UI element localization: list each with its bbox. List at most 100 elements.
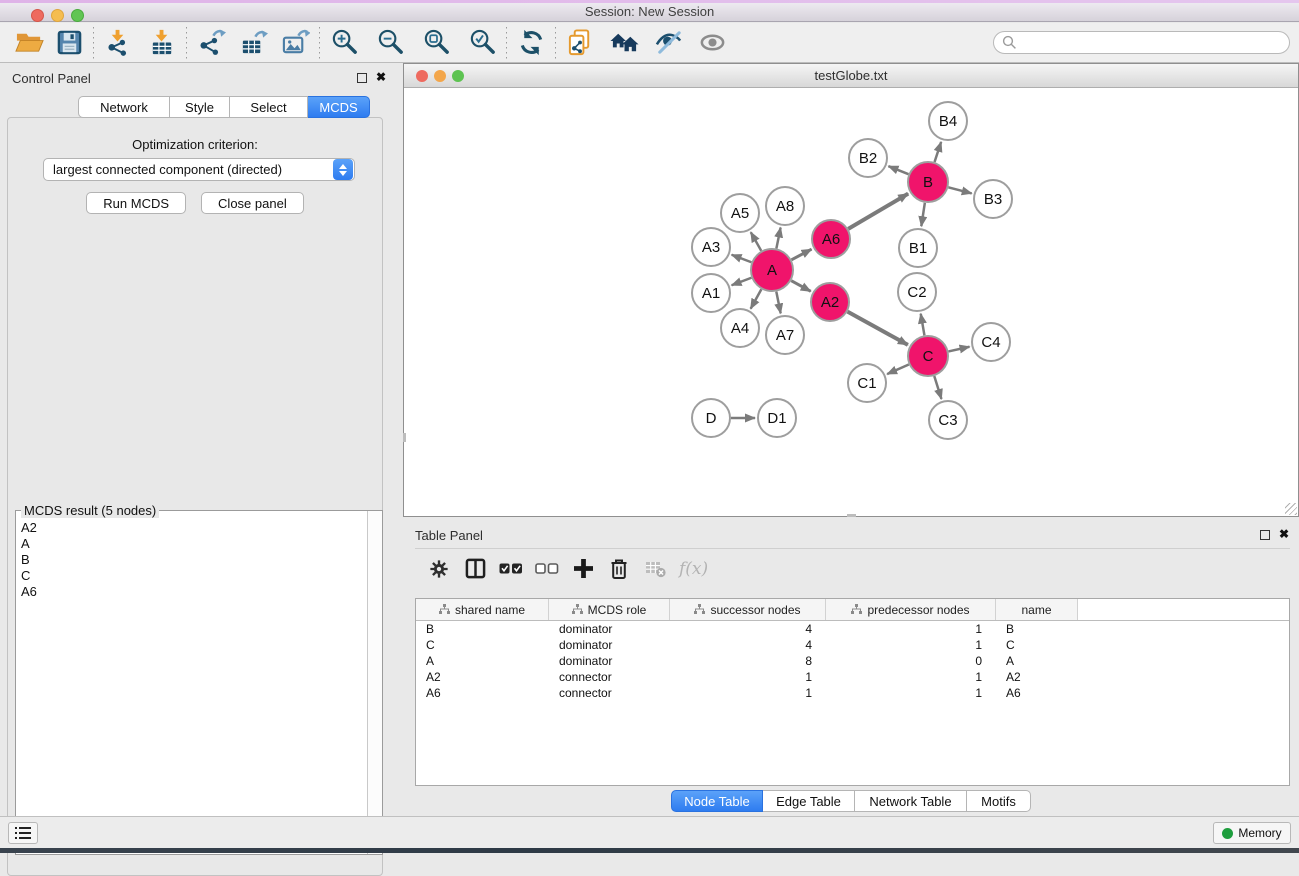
search-input[interactable] (1017, 33, 1289, 52)
node-A[interactable]: A (751, 249, 793, 291)
result-item-c[interactable]: C (21, 568, 366, 584)
node-A3[interactable]: A3 (692, 228, 730, 266)
table-row[interactable]: Cdominator41C (416, 637, 1289, 653)
task-history-button[interactable] (8, 822, 38, 844)
resize-tick-bottom[interactable] (847, 514, 856, 517)
table-row[interactable]: Bdominator41B (416, 621, 1289, 637)
column-header-predecessor-nodes[interactable]: predecessor nodes (826, 599, 996, 620)
result-item-a[interactable]: A (21, 536, 366, 552)
edge-C-C1[interactable] (887, 364, 909, 374)
node-C3[interactable]: C3 (929, 401, 967, 439)
tab-node-table[interactable]: Node Table (671, 790, 763, 812)
save-session-button[interactable] (52, 27, 86, 59)
node-A7[interactable]: A7 (766, 316, 804, 354)
result-item-a6[interactable]: A6 (21, 584, 366, 600)
add-column-button[interactable] (565, 552, 601, 586)
edge-A-A7[interactable] (776, 292, 780, 314)
table-row[interactable]: A6connector11A6 (416, 685, 1289, 701)
tab-network[interactable]: Network (78, 96, 170, 118)
table-row[interactable]: A2connector11A2 (416, 669, 1289, 685)
refresh-button[interactable] (514, 27, 548, 59)
delete-column-button[interactable] (601, 552, 637, 586)
edge-A-A4[interactable] (751, 289, 762, 308)
zoom-in-button[interactable] (327, 27, 361, 59)
edge-A6-B[interactable] (848, 194, 908, 229)
result-item-b[interactable]: B (21, 552, 366, 568)
open-session-button[interactable] (12, 27, 46, 59)
result-scrollbar[interactable] (367, 511, 382, 854)
edge-A-A5[interactable] (751, 232, 761, 251)
tab-motifs[interactable]: Motifs (967, 790, 1031, 812)
edge-A-A6[interactable] (791, 249, 811, 260)
result-item-a2[interactable]: A2 (21, 520, 366, 536)
criterion-select[interactable]: largest connected component (directed) (43, 158, 355, 181)
memory-button[interactable]: Memory (1213, 822, 1291, 844)
node-B2[interactable]: B2 (849, 139, 887, 177)
edge-C-C3[interactable] (934, 376, 941, 399)
edge-C-C2[interactable] (921, 314, 925, 336)
table-close-panel-icon[interactable]: ✖ (1279, 527, 1289, 541)
resize-grip[interactable] (1285, 503, 1297, 515)
column-header-name[interactable]: name (996, 599, 1078, 620)
node-A5[interactable]: A5 (721, 194, 759, 232)
table-row[interactable]: Adominator80A (416, 653, 1289, 669)
float-panel-icon[interactable] (357, 73, 367, 83)
edge-B-B1[interactable] (921, 203, 925, 226)
node-A6[interactable]: A6 (812, 220, 850, 258)
resize-tick-left[interactable] (403, 433, 406, 442)
node-D1[interactable]: D1 (758, 399, 796, 437)
show-panel-button[interactable] (695, 27, 729, 59)
export-image-button[interactable] (278, 27, 312, 59)
import-table-button[interactable] (145, 27, 179, 59)
edge-A-A8[interactable] (776, 228, 780, 249)
node-A8[interactable]: A8 (766, 187, 804, 225)
edge-A-A3[interactable] (732, 255, 752, 262)
export-table-button[interactable] (236, 27, 270, 59)
table-float-panel-icon[interactable] (1260, 530, 1270, 540)
edge-A-A1[interactable] (732, 278, 752, 285)
close-panel-button[interactable]: Close panel (201, 192, 304, 214)
column-layout-button[interactable] (457, 552, 493, 586)
duplicate-network-button[interactable] (563, 27, 597, 59)
network-canvas[interactable]: B4 B2 B B3 A5A8A6 A3 B1 A A1 C2 A2 A4A7 C4 C C1 C3 D D1 (404, 88, 1298, 516)
run-mcds-button[interactable]: Run MCDS (86, 192, 186, 214)
column-header-mcds-role[interactable]: MCDS role (549, 599, 670, 620)
tab-select[interactable]: Select (230, 96, 308, 118)
node-B4[interactable]: B4 (929, 102, 967, 140)
function-builder-button[interactable]: f(x) (673, 552, 708, 586)
export-network-button[interactable] (194, 27, 228, 59)
column-header-successor-nodes[interactable]: successor nodes (670, 599, 826, 620)
node-A1[interactable]: A1 (692, 274, 730, 312)
tab-style[interactable]: Style (170, 96, 230, 118)
node-C1[interactable]: C1 (848, 364, 886, 402)
node-D[interactable]: D (692, 399, 730, 437)
home-view-button[interactable] (607, 27, 641, 59)
edge-B-B3[interactable] (948, 187, 971, 193)
node-A2[interactable]: A2 (811, 283, 849, 321)
node-B1[interactable]: B1 (899, 229, 937, 267)
node-B3[interactable]: B3 (974, 180, 1012, 218)
table-settings-button[interactable] (421, 552, 457, 586)
zoom-fit-button[interactable] (419, 27, 453, 59)
node-B[interactable]: B (908, 162, 948, 202)
edge-B-B4[interactable] (935, 142, 942, 162)
tab-network-table[interactable]: Network Table (855, 790, 967, 812)
import-network-button[interactable] (101, 27, 135, 59)
deselect-all-button[interactable] (529, 552, 565, 586)
node-C[interactable]: C (908, 336, 948, 376)
edge-C-C4[interactable] (948, 347, 969, 352)
close-panel-icon[interactable]: ✖ (376, 70, 386, 84)
tab-edge-table[interactable]: Edge Table (763, 790, 855, 812)
edge-B-B2[interactable] (888, 166, 908, 174)
edge-A2-C[interactable] (848, 312, 908, 345)
select-all-button[interactable] (493, 552, 529, 586)
node-C2[interactable]: C2 (898, 273, 936, 311)
node-A4[interactable]: A4 (721, 309, 759, 347)
tab-mcds[interactable]: MCDS (308, 96, 370, 118)
edge-A-A2[interactable] (791, 281, 810, 292)
column-header-shared-name[interactable]: shared name (416, 599, 549, 620)
zoom-selected-button[interactable] (465, 27, 499, 59)
node-C4[interactable]: C4 (972, 323, 1010, 361)
delete-table-button[interactable] (637, 552, 673, 586)
hide-panel-button[interactable] (651, 27, 685, 59)
